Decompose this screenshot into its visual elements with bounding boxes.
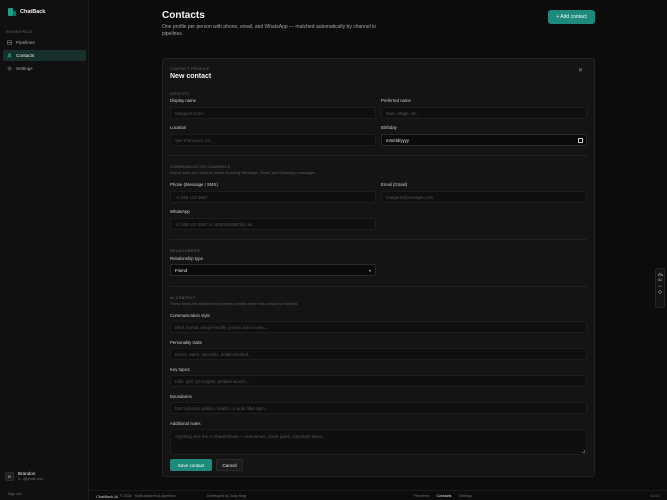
email-label: Email (Gmail) <box>381 182 408 187</box>
user-name: Brandon <box>18 471 36 476</box>
personality-traits-label: Personality traits <box>170 340 202 345</box>
divider <box>170 239 587 240</box>
relationship-type-select[interactable]: Friend ▾ <box>170 264 376 276</box>
add-contact-button[interactable]: + Add contact <box>548 10 595 24</box>
whatsapp-field[interactable]: +1 555 123 4567 or 15551234567@c.us <box>170 218 376 230</box>
footer-copyright: © 2026 · Multi-channel AI pipelines <box>120 494 176 498</box>
phone-field[interactable]: +1 555 123 4567 <box>170 191 376 203</box>
sidebar-item-label: Settings <box>16 66 33 71</box>
preferred-name-field[interactable]: Mom, Mags, etc. <box>381 107 587 119</box>
key-topics-field[interactable]: Kids, golf, Q4 targets, product launch..… <box>170 375 587 387</box>
settings-icon <box>7 66 12 71</box>
sidebar: ChatBack WORKSPACE Pipelines Contacts Se… <box>0 0 89 500</box>
perf-widget[interactable]: 41 ms <box>655 268 665 308</box>
birthday-field[interactable]: mm/dd/yyyy <box>381 134 587 146</box>
communication-style-label: Communication style <box>170 313 210 318</box>
avatar: B <box>5 471 14 481</box>
chatback-logo-icon <box>8 8 16 16</box>
boundaries-field[interactable]: Don't discuss politics, health, or work … <box>170 402 587 414</box>
diamond-icon <box>658 290 662 294</box>
footer-brand: ChatBack AI <box>96 494 119 499</box>
additional-notes-placeholder: Anything else the AI should know — nickn… <box>175 434 326 439</box>
close-icon[interactable]: ✕ <box>578 68 584 74</box>
save-contact-button[interactable]: Save contact <box>170 459 212 471</box>
section-channels: COMMUNICATION CHANNELS <box>170 165 231 169</box>
section-relationship: RELATIONSHIP <box>170 249 201 253</box>
additional-notes-label: Additional notes <box>170 421 201 426</box>
sidebar-item-label: Pipelines <box>16 40 35 45</box>
key-topics-label: Key topics <box>170 367 190 372</box>
preferred-name-label: Preferred name <box>381 98 411 103</box>
footer-links: Pipelines Contacts Settings <box>414 494 472 498</box>
sidebar-item-contacts[interactable]: Contacts <box>3 50 86 61</box>
footer: ChatBack AI © 2026 · Multi-channel AI pi… <box>89 490 667 500</box>
channels-hint: Add at least one. Used to match incoming… <box>170 171 317 175</box>
location-label: Location <box>170 125 187 130</box>
cancel-button[interactable]: Cancel <box>216 459 243 471</box>
additional-notes-field[interactable]: Anything else the AI should know — nickn… <box>170 429 587 455</box>
version-label: v1.0.0 <box>650 494 660 498</box>
perf-count: 41 <box>658 278 662 282</box>
workspace-label: WORKSPACE <box>6 30 33 34</box>
birthday-label: Birthday <box>381 125 397 130</box>
divider <box>170 286 587 287</box>
chevron-down-icon: ▾ <box>368 268 371 273</box>
app-name: ChatBack <box>20 9 46 15</box>
resize-handle-icon[interactable] <box>582 450 585 453</box>
personality-traits-field[interactable]: Direct, warm, sarcastic, detail-oriented… <box>170 348 587 360</box>
whatsapp-label: WhatsApp <box>170 209 190 214</box>
sidebar-item-pipelines[interactable]: Pipelines <box>3 37 86 48</box>
ai-context-hint: These fields are injected into pipeline … <box>170 302 299 306</box>
relationship-type-label: Relationship type <box>170 256 203 261</box>
footer-link-settings[interactable]: Settings <box>458 494 472 498</box>
page-subtitle: One profile per person with phone, email… <box>162 24 377 37</box>
communication-style-field[interactable]: Brief, formal, emoji-friendly, prefers v… <box>170 321 587 333</box>
phone-label: Phone (iMessage / SMS) <box>170 182 218 187</box>
calendar-icon[interactable] <box>578 138 583 143</box>
divider <box>170 155 587 156</box>
pipelines-icon <box>7 40 12 45</box>
user-profile[interactable]: B Brandon b...@gmail.com <box>5 471 43 481</box>
footer-link-contacts[interactable]: Contacts <box>436 494 451 498</box>
section-identity: IDENTITY <box>170 92 190 96</box>
display-name-field[interactable]: Margaret Chen <box>170 107 376 119</box>
relationship-type-value: Friend <box>175 267 188 273</box>
boundaries-label: Boundaries <box>170 394 192 399</box>
birthday-value: mm/dd/yyyy <box>386 137 409 143</box>
footer-link-pipelines[interactable]: Pipelines <box>414 494 429 498</box>
contacts-icon <box>7 53 12 58</box>
brand[interactable]: ChatBack <box>8 8 45 16</box>
section-ai-context: AI CONTEXT <box>170 296 196 300</box>
email-field[interactable]: margaret@example.com <box>381 191 587 203</box>
display-name-label: Display name <box>170 98 197 103</box>
perf-unit: ms <box>658 285 662 288</box>
footer-developer[interactable]: Developed by Zody King <box>207 494 246 498</box>
sidebar-item-label: Contacts <box>16 53 35 58</box>
form-title: New contact <box>170 73 212 80</box>
user-email: b...@gmail.com <box>18 477 44 481</box>
new-contact-form: ✕ CONTACT PROFILE New contact IDENTITY D… <box>162 58 595 477</box>
mountain-icon <box>657 272 663 276</box>
sidebar-nav: Pipelines Contacts Settings <box>3 37 86 76</box>
sidebar-item-settings[interactable]: Settings <box>3 63 86 74</box>
page-title: Contacts <box>162 10 205 21</box>
form-kicker: CONTACT PROFILE <box>170 67 210 71</box>
location-field[interactable]: San Francisco, CA <box>170 134 376 146</box>
sign-out-link[interactable]: Sign out <box>8 492 21 496</box>
